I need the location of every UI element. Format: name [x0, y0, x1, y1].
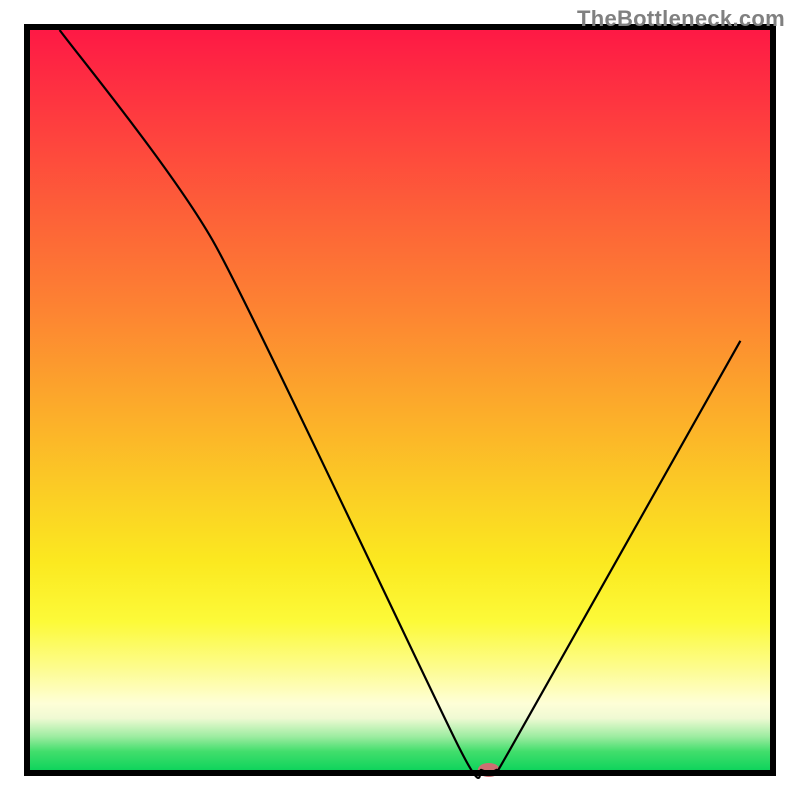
chart-svg: [0, 0, 800, 800]
bottleneck-chart: TheBottleneck.com: [0, 0, 800, 800]
watermark-text: TheBottleneck.com: [577, 6, 785, 32]
plot-background: [30, 30, 770, 770]
